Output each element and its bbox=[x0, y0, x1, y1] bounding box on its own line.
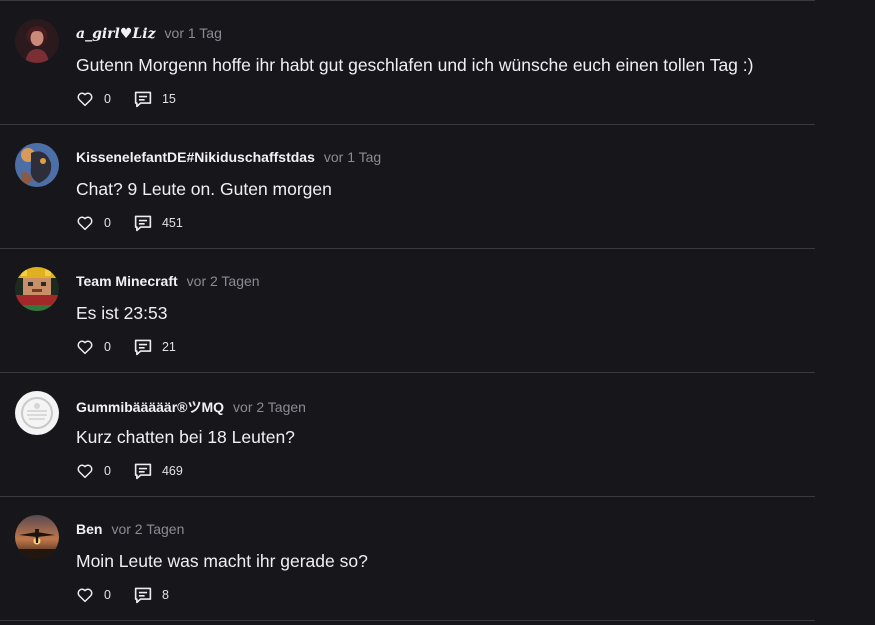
like-button[interactable]: 0 bbox=[76, 338, 111, 356]
reply-count: 15 bbox=[161, 92, 176, 106]
avatar[interactable] bbox=[15, 143, 59, 187]
timestamp: vor 2 Tagen bbox=[233, 399, 306, 415]
reply-count: 21 bbox=[161, 340, 176, 354]
comment-actions: 0 15 bbox=[76, 90, 176, 108]
comment-bubble-icon bbox=[134, 91, 152, 108]
timestamp: vor 2 Tagen bbox=[111, 521, 185, 537]
author-name[interactable]: Ben bbox=[76, 521, 102, 537]
like-count: 0 bbox=[104, 92, 111, 106]
heart-outline-icon bbox=[77, 92, 93, 107]
heart-outline-icon bbox=[77, 588, 93, 603]
comment-actions: 0 21 bbox=[76, 338, 176, 356]
comment-item: Ben vor 2 Tagen Moin Leute was macht ihr… bbox=[0, 497, 815, 620]
like-button[interactable]: 0 bbox=[76, 90, 111, 108]
comment-item: a_girl♥Liz vor 1 Tag Gutenn Morgenn hoff… bbox=[0, 1, 815, 124]
reply-button[interactable]: 451 bbox=[133, 214, 183, 232]
comment-bubble-icon bbox=[134, 215, 152, 232]
avatar[interactable] bbox=[15, 391, 59, 435]
comment-header: Team Minecraft vor 2 Tagen bbox=[76, 273, 260, 289]
avatar[interactable] bbox=[15, 267, 59, 311]
like-count: 0 bbox=[104, 340, 111, 354]
comment-bubble-icon bbox=[134, 339, 152, 356]
timestamp: vor 2 Tagen bbox=[186, 273, 260, 289]
timestamp: vor 1 Tag bbox=[323, 149, 382, 165]
comment-item: Gummibääääär®ツMQ vor 2 Tagen Kurz chatte… bbox=[0, 373, 815, 496]
comment-text: Gutenn Morgenn hoffe ihr habt gut geschl… bbox=[76, 55, 754, 75]
reply-button[interactable]: 8 bbox=[133, 586, 169, 604]
comment-header: Gummibääääär®ツMQ vor 2 Tagen bbox=[76, 397, 306, 417]
comment-bubble-icon bbox=[134, 587, 152, 604]
author-name[interactable]: KissenelefantDE#Nikiduschaffstdas bbox=[76, 149, 315, 165]
avatar[interactable] bbox=[15, 515, 59, 559]
comment-header: a_girl♥Liz vor 1 Tag bbox=[76, 25, 222, 42]
comment-text: Chat? 9 Leute on. Guten morgen bbox=[76, 179, 332, 199]
comment-text: Es ist 23:53 bbox=[76, 303, 168, 323]
reply-button[interactable]: 15 bbox=[133, 90, 176, 108]
heart-outline-icon bbox=[77, 216, 93, 231]
comment-actions: 0 451 bbox=[76, 214, 183, 232]
like-button[interactable]: 0 bbox=[76, 586, 111, 604]
like-count: 0 bbox=[104, 588, 111, 602]
like-count: 0 bbox=[104, 216, 111, 230]
avatar[interactable] bbox=[15, 19, 59, 63]
reply-count: 8 bbox=[161, 588, 169, 602]
reply-button[interactable]: 469 bbox=[133, 462, 183, 480]
like-count: 0 bbox=[104, 464, 111, 478]
reply-count: 469 bbox=[161, 464, 183, 478]
divider bbox=[0, 620, 815, 621]
heart-outline-icon bbox=[77, 340, 93, 355]
author-name[interactable]: a_girl♥Liz bbox=[76, 26, 156, 42]
comment-header: KissenelefantDE#Nikiduschaffstdas vor 1 … bbox=[76, 149, 381, 165]
comment-feed: a_girl♥Liz vor 1 Tag Gutenn Morgenn hoff… bbox=[0, 0, 815, 621]
comment-bubble-icon bbox=[134, 463, 152, 480]
like-button[interactable]: 0 bbox=[76, 214, 111, 232]
comment-actions: 0 469 bbox=[76, 462, 183, 480]
timestamp: vor 1 Tag bbox=[164, 25, 222, 41]
like-button[interactable]: 0 bbox=[76, 462, 111, 480]
author-name[interactable]: Gummibääääär®ツMQ bbox=[76, 397, 224, 417]
heart-outline-icon bbox=[77, 464, 93, 479]
author-name[interactable]: Team Minecraft bbox=[76, 273, 178, 289]
comment-text: Kurz chatten bei 18 Leuten? bbox=[76, 427, 295, 447]
comment-text: Moin Leute was macht ihr gerade so? bbox=[76, 551, 368, 571]
comment-header: Ben vor 2 Tagen bbox=[76, 521, 184, 537]
comment-item: KissenelefantDE#Nikiduschaffstdas vor 1 … bbox=[0, 125, 815, 248]
reply-count: 451 bbox=[161, 216, 183, 230]
comment-item: Team Minecraft vor 2 Tagen Es ist 23:53 … bbox=[0, 249, 815, 372]
reply-button[interactable]: 21 bbox=[133, 338, 176, 356]
comment-actions: 0 8 bbox=[76, 586, 169, 604]
